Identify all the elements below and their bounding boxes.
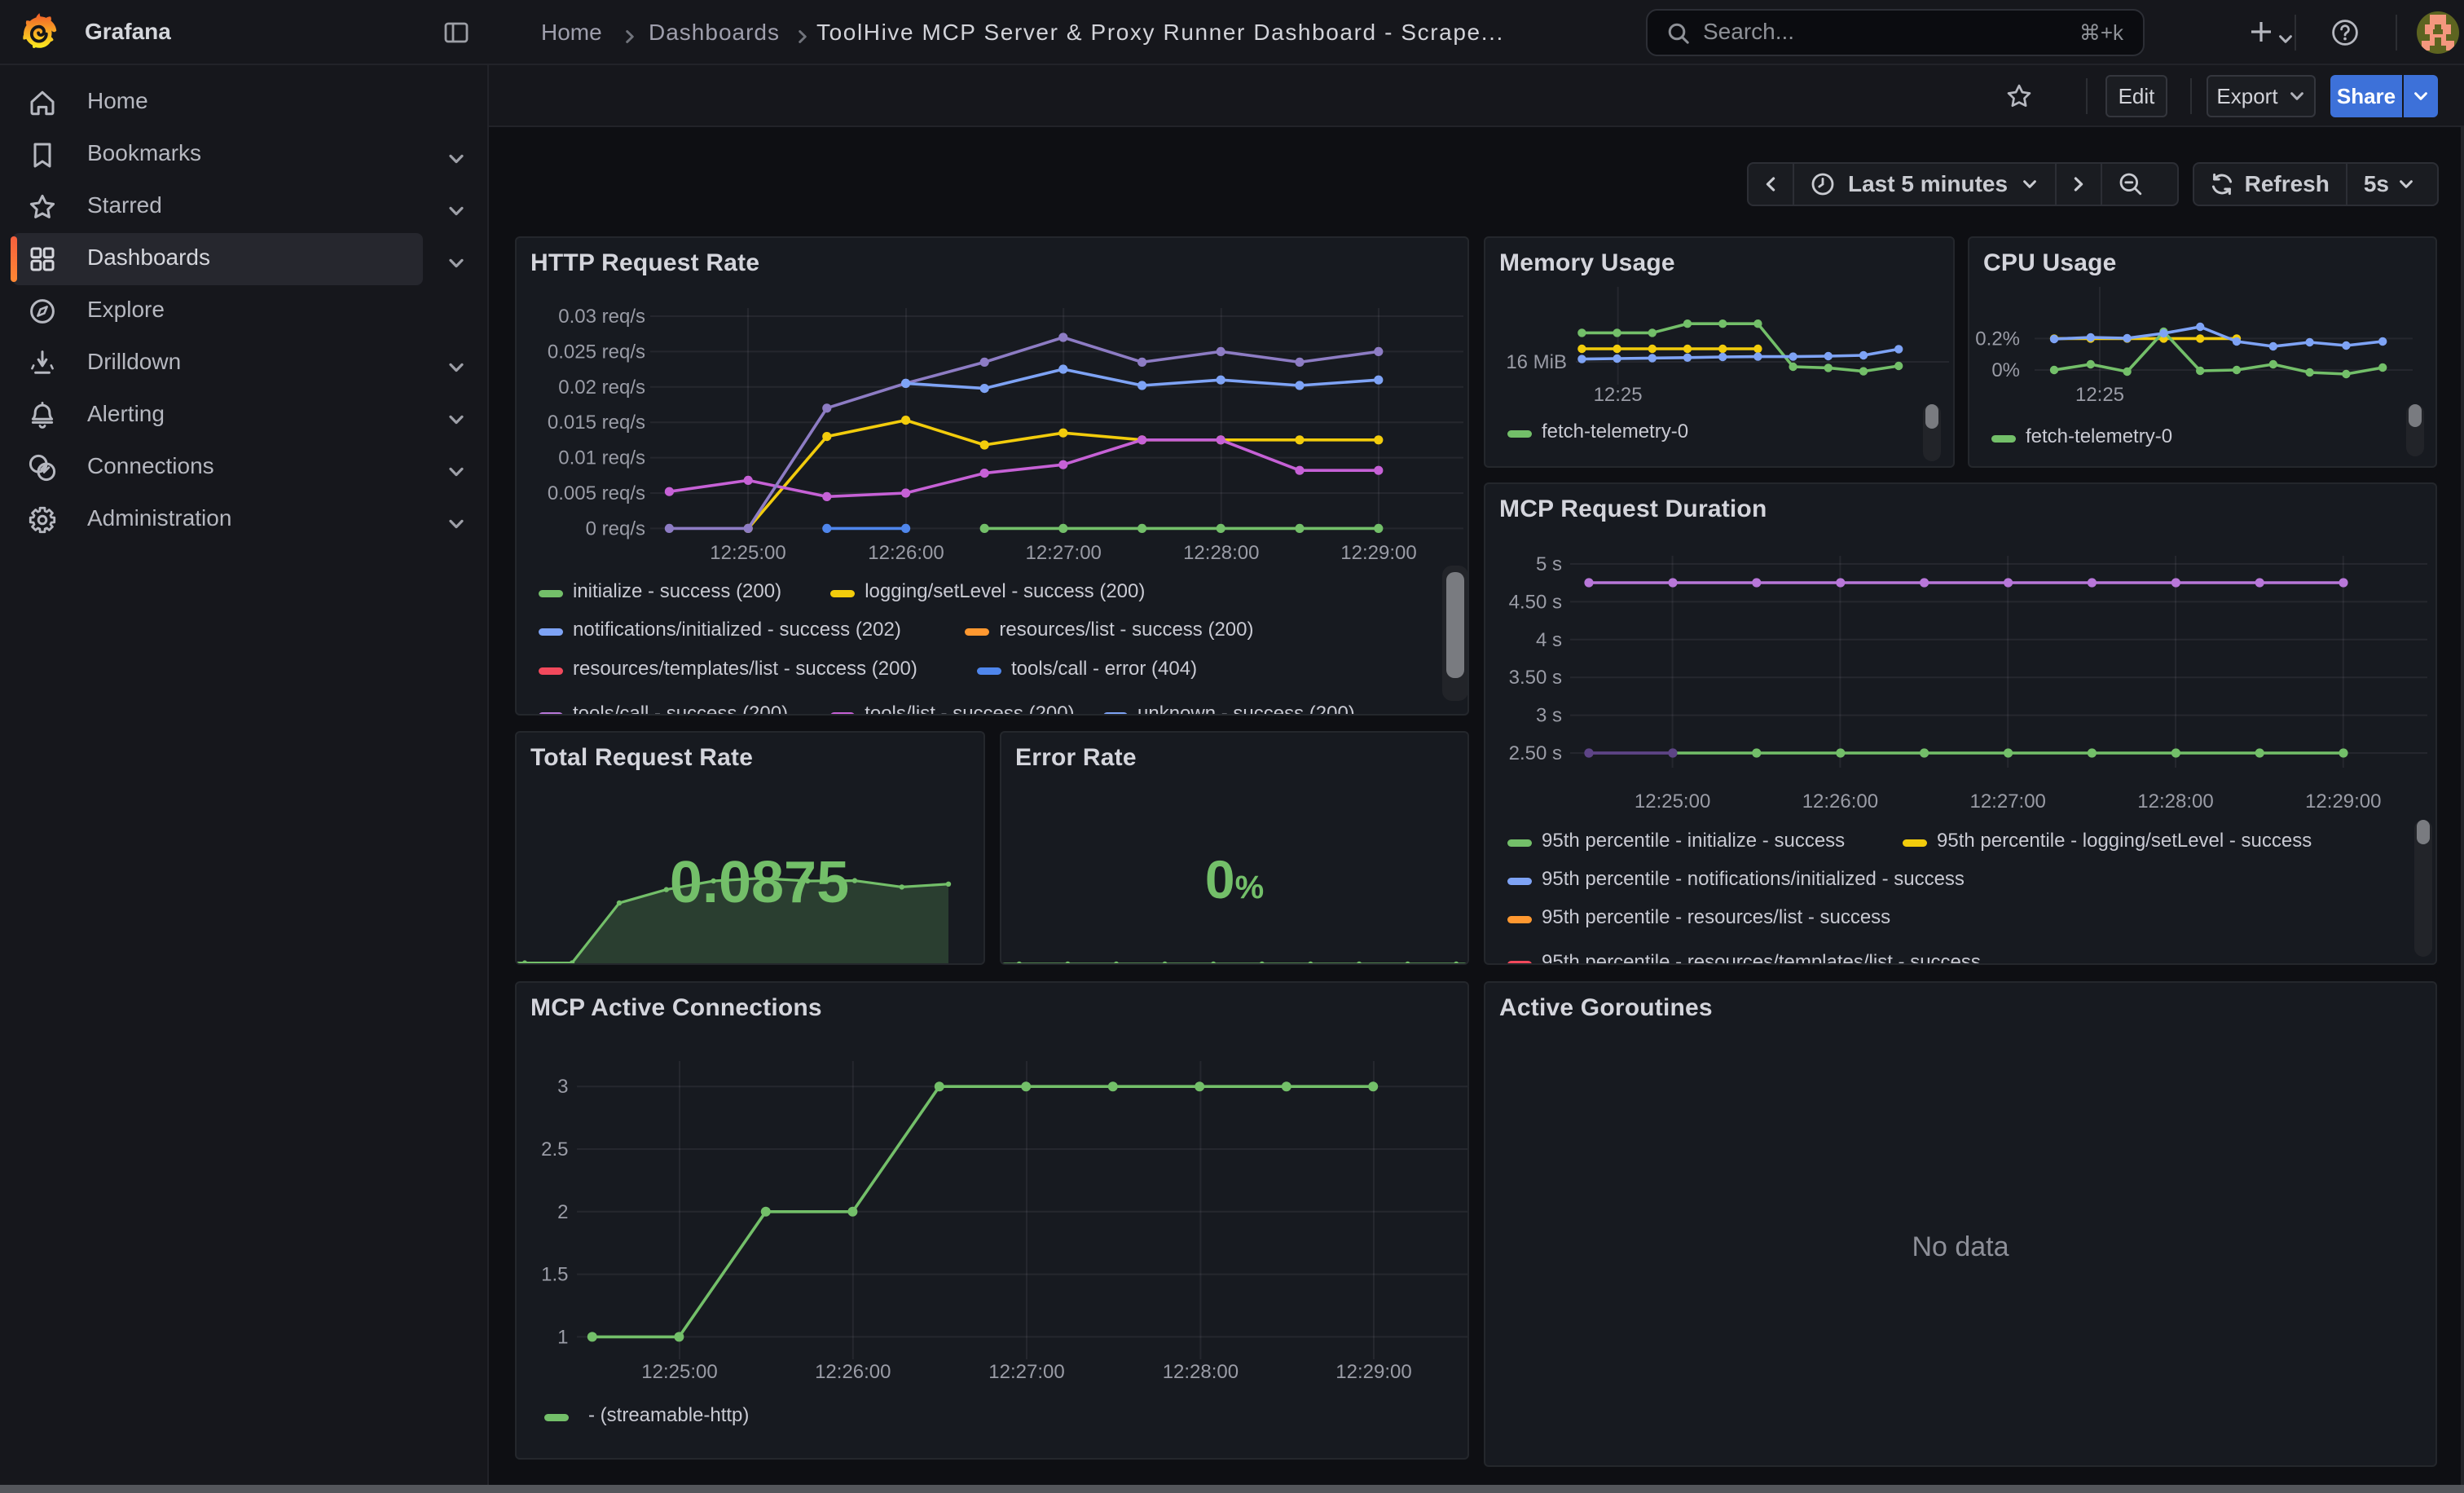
svg-text:0.2%: 0.2% bbox=[1975, 328, 2020, 350]
svg-text:2: 2 bbox=[557, 1201, 568, 1223]
svg-text:0%: 0% bbox=[1991, 359, 2020, 381]
svg-text:12:29:00: 12:29:00 bbox=[1335, 1361, 1411, 1383]
svg-text:12:28:00: 12:28:00 bbox=[1163, 1361, 1239, 1383]
svg-text:1: 1 bbox=[557, 1326, 568, 1348]
svg-text:2.5: 2.5 bbox=[541, 1138, 568, 1160]
svg-text:12:25:00: 12:25:00 bbox=[641, 1361, 717, 1383]
svg-text:0.0875: 0.0875 bbox=[670, 850, 849, 915]
svg-text:12:25: 12:25 bbox=[2075, 384, 2124, 406]
svg-text:3: 3 bbox=[557, 1076, 568, 1098]
svg-text:12:26:00: 12:26:00 bbox=[815, 1361, 891, 1383]
svg-text:12:25: 12:25 bbox=[1594, 384, 1643, 406]
svg-text:0%: 0% bbox=[1205, 849, 1264, 909]
svg-text:16 MiB: 16 MiB bbox=[1506, 351, 1567, 373]
svg-text:12:27:00: 12:27:00 bbox=[988, 1361, 1064, 1383]
svg-text:1.5: 1.5 bbox=[541, 1264, 568, 1286]
